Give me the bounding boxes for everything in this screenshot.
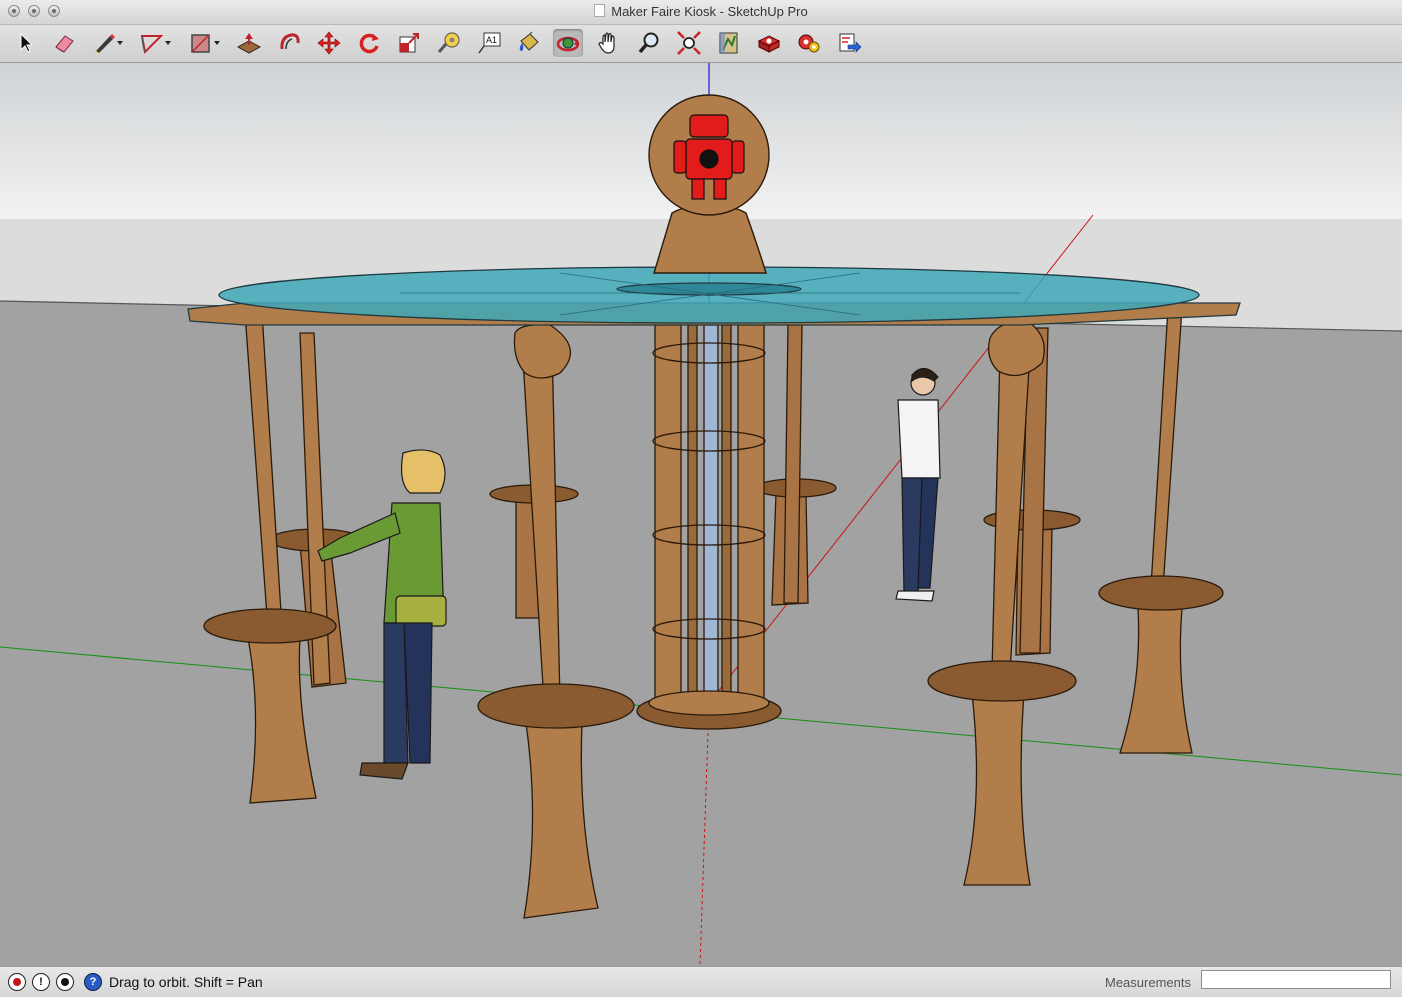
line-tool-button[interactable] [89,29,123,57]
scale-tool-button[interactable] [394,29,424,57]
3d-warehouse-icon [757,35,781,53]
user-account-icon[interactable] [56,973,74,991]
status-hint: Drag to orbit. Shift = Pan [109,974,263,990]
push-pull-tool-button[interactable] [234,29,264,57]
chevron-down-icon[interactable] [214,41,220,45]
zoom-icon [638,32,659,54]
arc-icon [140,35,164,55]
rotate-tool-button[interactable] [354,29,384,57]
zoom-extents-tool-button[interactable] [674,29,704,57]
document-icon [594,4,606,17]
section-plane-tool-button[interactable] [714,29,744,57]
offset-icon [280,33,300,50]
rectangle-icon [191,34,210,53]
window-title: Maker Faire Kiosk - SketchUp Pro [0,4,1402,19]
offset-tool-button[interactable] [274,29,304,57]
scale-icon [399,33,419,53]
measurements-field[interactable] [1201,970,1391,989]
help-icon[interactable]: ? [84,973,102,991]
text-label-icon: A1 [478,32,501,54]
measurements-label: Measurements [1105,975,1191,990]
zoom-tool-button[interactable] [634,29,664,57]
move-tool-button[interactable] [314,29,344,57]
central-tower [636,324,782,730]
rotate-icon [359,33,379,54]
orbit-icon [556,36,580,52]
credits-icon[interactable]: ! [32,973,50,991]
extension-warehouse-icon [798,34,820,53]
pan-hand-icon [598,32,615,54]
orbit-tool-button[interactable] [553,29,583,57]
svg-text:A1: A1 [486,35,497,45]
scene-canvas[interactable] [0,63,1402,966]
pan-tool-button[interactable] [594,29,624,57]
text-tool-button[interactable]: A1 [474,29,504,57]
model-viewport[interactable] [0,63,1402,966]
section-plane-icon [719,32,738,54]
paint-bucket-icon [519,31,539,51]
eraser-tool-button[interactable] [49,29,79,57]
zoom-extents-icon [677,31,701,55]
geo-location-icon[interactable] [8,973,26,991]
3d-warehouse-button[interactable] [754,29,784,57]
paint-bucket-tool-button[interactable] [514,29,544,57]
send-to-layout-icon [839,33,862,53]
send-to-layout-button[interactable] [834,29,864,57]
main-toolbar: A1 [0,25,1402,63]
chevron-down-icon[interactable] [165,41,171,45]
rectangle-tool-button[interactable] [186,29,220,57]
select-arrow-icon [20,32,34,53]
chevron-down-icon[interactable] [117,41,123,45]
status-bar: ! ? Drag to orbit. Shift = Pan Measureme… [0,966,1402,997]
push-pull-icon [236,33,262,54]
move-icon [317,31,341,55]
robot-sign [648,94,770,274]
pencil-line-icon [95,34,115,54]
eraser-icon [55,35,74,53]
extension-warehouse-button[interactable] [794,29,824,57]
select-tool-button[interactable] [10,29,40,57]
arc-tool-button[interactable] [137,29,171,57]
tape-measure-icon [437,32,460,53]
title-bar: Maker Faire Kiosk - SketchUp Pro [0,0,1402,25]
tape-measure-tool-button[interactable] [434,29,464,57]
